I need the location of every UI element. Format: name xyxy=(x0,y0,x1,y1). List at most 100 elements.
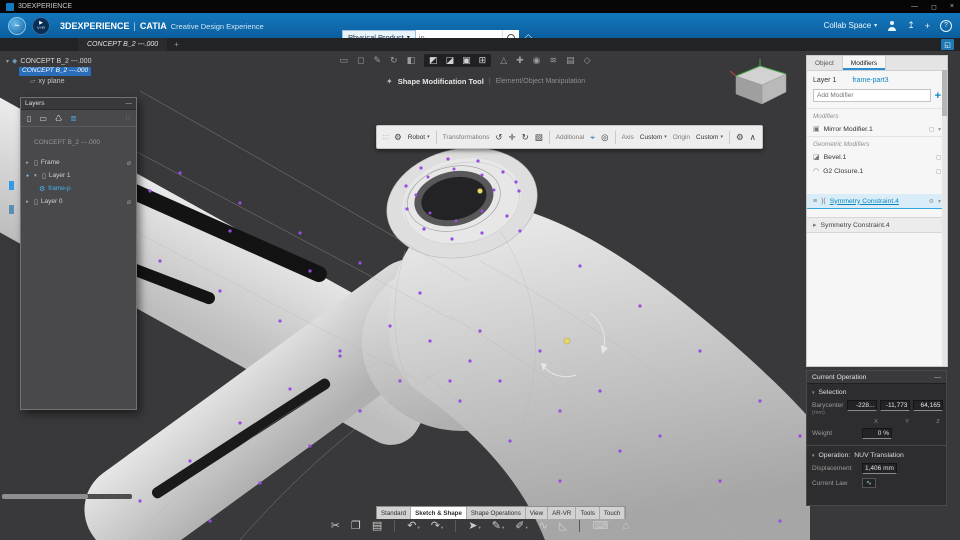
frame-tool-icon[interactable]: ◻ xyxy=(357,55,364,66)
window-minimize-button[interactable]: — xyxy=(911,3,918,11)
gear-icon[interactable]: ⚙ xyxy=(929,198,934,205)
trash-icon[interactable]: ♺ xyxy=(55,114,62,123)
panel-scrollbar[interactable] xyxy=(942,70,947,366)
3ds-compass-icon[interactable]: ~ xyxy=(8,16,26,35)
visibility-off-icon[interactable]: ⌀ xyxy=(127,198,131,206)
chevron-down-icon[interactable]: ▾ xyxy=(938,126,941,133)
barycenter-y-field[interactable]: -11,773 xyxy=(880,400,911,411)
chevron-down-icon[interactable]: ▾ xyxy=(441,525,443,532)
measure-tool-button[interactable]: ◺ xyxy=(559,519,567,532)
tab-sketch-shape[interactable]: Sketch & Shape xyxy=(411,507,467,519)
robot-dropdown[interactable]: Robot ▾ xyxy=(408,134,430,141)
displacement-field[interactable]: 1,406 mm xyxy=(862,463,897,474)
scale-icon[interactable]: ▧ xyxy=(535,132,543,143)
curve-tool-button[interactable]: ∿ xyxy=(539,519,548,532)
tab-shape-operations[interactable]: Shape Operations xyxy=(466,507,526,519)
tab-modifiers[interactable]: Modifiers xyxy=(842,56,887,70)
scrollbar-thumb[interactable] xyxy=(2,494,88,499)
axis-target-icon[interactable]: ⌖ xyxy=(590,132,595,143)
collab-space-dropdown[interactable]: Collab Space ▾ xyxy=(824,21,878,30)
panel-minimize-button[interactable]: — xyxy=(934,374,941,381)
tab-object[interactable]: Object xyxy=(807,56,843,70)
tab-view[interactable]: View xyxy=(525,507,549,519)
modifier-item-g2-closure[interactable]: ◠ G2 Closure.1 ◻ xyxy=(807,164,947,178)
add-modifier-input[interactable] xyxy=(813,89,931,102)
edge-marker[interactable] xyxy=(9,205,14,214)
tab-touch[interactable]: Touch xyxy=(599,507,626,519)
chevron-down-icon[interactable]: ▾ xyxy=(34,173,39,179)
add-content-icon[interactable]: + xyxy=(925,21,930,31)
add-tool-icon[interactable]: ✚ xyxy=(516,55,524,66)
origin-dropdown[interactable]: Custom ▾ xyxy=(696,134,723,141)
chevron-down-icon[interactable]: ▾ xyxy=(502,525,504,532)
collapse-toolbar-icon[interactable]: ∧ xyxy=(750,132,756,143)
scrollbar-thumb[interactable] xyxy=(942,70,947,116)
menu-icon[interactable]: ≡ xyxy=(813,198,817,205)
tree-selected-node[interactable]: CONCEPT B_2 ---.000 xyxy=(19,66,92,76)
grid-tool-icon[interactable]: ⊞ xyxy=(479,55,487,66)
share-icon[interactable]: ↥ xyxy=(907,20,915,31)
point-tool-icon[interactable]: ◉ xyxy=(533,55,541,66)
chevron-down-icon[interactable]: ▾ xyxy=(609,525,611,532)
tab-tools[interactable]: Tools xyxy=(576,507,600,519)
chevron-down-icon[interactable]: ▾ xyxy=(418,525,420,532)
mesh-tool-icon[interactable]: ▤ xyxy=(566,55,575,66)
weight-field[interactable]: 0 % xyxy=(862,428,892,439)
visibility-off-icon[interactable]: ⌀ xyxy=(127,159,131,167)
new-tab-button[interactable]: + xyxy=(174,40,179,49)
tree-root-node[interactable]: ▾ ◈ CONCEPT B_2 ---.000 xyxy=(6,56,91,66)
add-modifier-button[interactable]: + xyxy=(935,90,941,102)
modifier-item-mirror[interactable]: ▣ Mirror Modifier.1 ◻ ▾ xyxy=(807,122,947,136)
drag-handle-icon[interactable]: ∷ xyxy=(383,133,388,142)
device-button[interactable]: ⌨ ▾ xyxy=(592,519,611,532)
modifier-item-symmetry-constraint[interactable]: ≡ )( Symmetry Constraint.4 ⚙ ▾ xyxy=(807,194,947,209)
wave-tool-icon[interactable]: ≋ xyxy=(550,55,558,66)
sketch-pencil-button[interactable]: ✎ ▾ xyxy=(492,519,504,532)
layers-stack-icon[interactable]: ≣ xyxy=(70,114,77,123)
chevron-right-icon[interactable]: ▸ xyxy=(813,221,817,229)
tree-node-xy-plane[interactable]: ▱ xy plane xyxy=(30,76,91,86)
chevron-right-icon[interactable]: ▸ xyxy=(26,199,31,205)
deform-tool-icon[interactable]: ◪ xyxy=(446,55,455,66)
chevron-right-icon[interactable]: ▸ xyxy=(26,160,31,166)
paste-button[interactable]: ▤ xyxy=(372,519,382,532)
vr-play-logo[interactable]: ▶ V+R xyxy=(32,16,50,35)
layer-item-layer1[interactable]: ● ▾ ▯ Layer 1 xyxy=(21,169,136,182)
split-tool-icon[interactable]: ◧ xyxy=(407,55,416,66)
subdivision-tool-icon[interactable]: ▣ xyxy=(462,55,471,66)
diamond-tool-icon[interactable]: ◇ xyxy=(584,55,591,66)
rotate-ccw-icon[interactable]: ↺ xyxy=(495,132,502,143)
options-icon[interactable]: ◻ xyxy=(936,154,941,161)
user-avatar-icon[interactable] xyxy=(887,20,897,31)
home-view-button[interactable]: ⌂ xyxy=(623,520,630,532)
window-close-button[interactable]: × xyxy=(950,3,954,11)
redo-button[interactable]: ↷ ▾ xyxy=(431,519,443,532)
panel-minimize-button[interactable]: — xyxy=(126,100,133,107)
chevron-down-icon[interactable]: ▾ xyxy=(938,198,941,205)
symmetry-constraint-section[interactable]: ▸ Symmetry Constraint.4 xyxy=(807,217,947,233)
breadcrumb-layer[interactable]: Layer 1 xyxy=(813,77,836,84)
barycenter-x-field[interactable]: -228... xyxy=(847,400,878,411)
law-curve-icon[interactable]: ∿ xyxy=(862,478,876,488)
tab-ar-vr[interactable]: AR-VR xyxy=(548,507,577,519)
layer-item-layer0[interactable]: ▸ ▯ Layer 0 ⌀ xyxy=(21,195,136,208)
rotate-tool-icon[interactable]: ↻ xyxy=(390,55,398,66)
drag-handle-icon[interactable]: ∷ xyxy=(126,114,130,122)
layers-root-item[interactable]: CONCEPT B_2 ---.000 xyxy=(21,136,136,149)
axis-dropdown[interactable]: Custom ▾ xyxy=(640,134,667,141)
prism-tool-icon[interactable]: △ xyxy=(500,55,507,66)
layer-item-frame[interactable]: ▸ ▯ Frame ⌀ xyxy=(21,156,136,169)
layer-item-frame-part[interactable]: ⚙ frame-p xyxy=(34,182,136,195)
modifier-item-bevel[interactable]: ◪ Bevel.1 ◻ xyxy=(807,150,947,164)
operation-section-header[interactable]: ▾ Operation: NUV Translation xyxy=(807,447,946,461)
tab-standard[interactable]: Standard xyxy=(377,507,412,519)
tab-concept-document[interactable]: CONCEPT B_2 ---.000 xyxy=(78,37,168,52)
options-icon[interactable]: ◻ xyxy=(929,126,934,133)
sketch-tool-icon[interactable]: ✎ xyxy=(373,55,381,66)
undo-button[interactable]: ↶ ▾ xyxy=(407,519,419,532)
barycenter-z-field[interactable]: 64,165 xyxy=(913,400,944,411)
folder-icon[interactable]: ▭ xyxy=(39,114,47,123)
help-icon[interactable]: ? xyxy=(940,19,952,32)
move-icon[interactable]: ✛ xyxy=(508,132,515,143)
selection-section-header[interactable]: ▾ Selection xyxy=(807,384,946,398)
